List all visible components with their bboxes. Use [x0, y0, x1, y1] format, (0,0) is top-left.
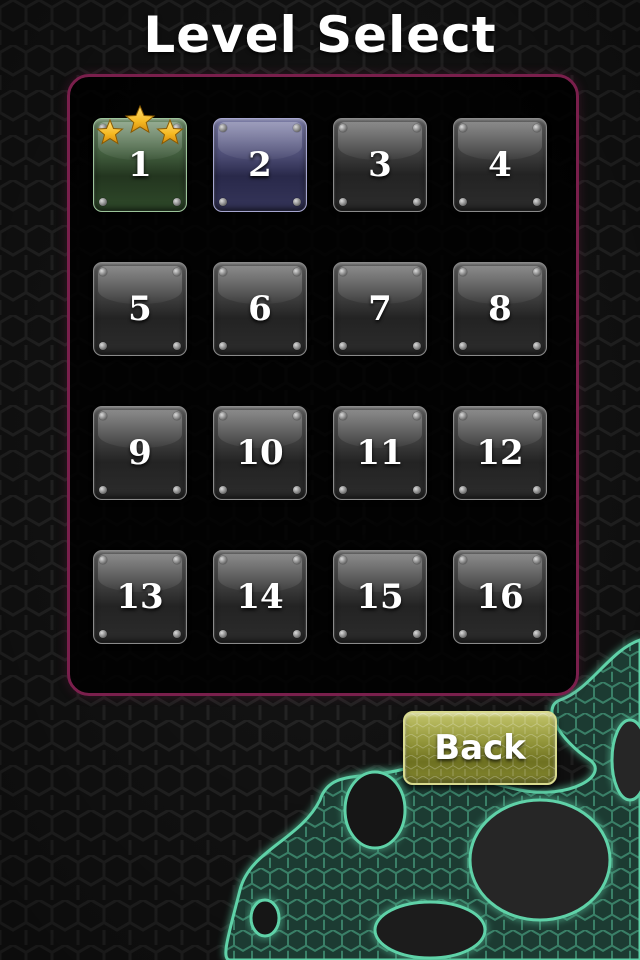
level-1-stars [92, 104, 188, 154]
level-number: 14 [236, 577, 284, 617]
star-icon [96, 118, 124, 145]
level-tile-7[interactable]: 7 [333, 262, 427, 356]
level-tile-11[interactable]: 11 [333, 406, 427, 500]
level-number: 12 [476, 433, 524, 473]
level-tile-3[interactable]: 3 [333, 118, 427, 212]
level-tile-15[interactable]: 15 [333, 550, 427, 644]
level-number: 4 [488, 145, 512, 185]
level-number: 8 [488, 289, 512, 329]
level-number: 5 [128, 289, 152, 329]
back-button-label: Back [434, 728, 526, 768]
level-tile-12[interactable]: 12 [453, 406, 547, 500]
level-number: 13 [116, 577, 164, 617]
star-icon [156, 118, 184, 145]
page-title: Level Select [143, 6, 497, 64]
level-number: 3 [368, 145, 392, 185]
level-number: 2 [248, 145, 272, 185]
level-tile-5[interactable]: 5 [93, 262, 187, 356]
level-tile-2[interactable]: 2 [213, 118, 307, 212]
level-tile-6[interactable]: 6 [213, 262, 307, 356]
level-number: 9 [128, 433, 152, 473]
level-number: 11 [356, 433, 404, 473]
star-icon [124, 104, 156, 134]
level-tile-10[interactable]: 10 [213, 406, 307, 500]
level-number: 6 [248, 289, 272, 329]
level-number: 7 [368, 289, 392, 329]
level-number: 16 [476, 577, 524, 617]
level-tile-9[interactable]: 9 [93, 406, 187, 500]
level-tile-16[interactable]: 16 [453, 550, 547, 644]
level-number: 15 [356, 577, 404, 617]
level-tile-14[interactable]: 14 [213, 550, 307, 644]
level-tile-13[interactable]: 13 [93, 550, 187, 644]
level-tile-8[interactable]: 8 [453, 262, 547, 356]
level-tile-4[interactable]: 4 [453, 118, 547, 212]
back-button[interactable]: Back [403, 711, 557, 785]
level-number: 10 [236, 433, 284, 473]
